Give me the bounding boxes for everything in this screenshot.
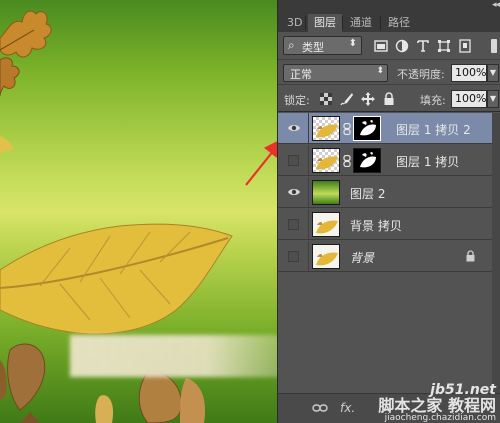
tab-separator [305,16,306,30]
tab-layers[interactable]: 图层 [308,14,342,32]
leaf-thumbnail-art [316,124,338,138]
visibility-separator [308,177,309,208]
layers-list: 图层 1 拷贝 2 图层 1 拷贝 图层 2 背景 拷贝 背景 [278,113,500,393]
visibility-separator [308,113,309,144]
eye-icon[interactable] [287,122,301,134]
mask-link-chain-icon[interactable] [343,155,351,167]
smart-object-filter-icon[interactable] [458,39,472,53]
layer-name: 图层 1 拷贝 [396,155,460,169]
mask-shape-art [360,152,376,168]
layer-lock-icon [466,250,475,262]
visibility-toggle-off[interactable] [288,219,299,230]
filter-kind-select[interactable]: ⌕ 类型 ⬍ [283,36,362,55]
layers-scrollbar[interactable] [492,113,500,393]
collapse-panel-icon[interactable]: ◂◂ [492,0,500,10]
updown-arrows-icon: ⬍ [376,66,384,76]
layer-mask-thumbnail[interactable] [353,116,381,141]
opacity-label: 不透明度: [397,68,445,81]
visibility-separator [308,241,309,272]
layer-thumbnail[interactable] [312,212,340,237]
layer-thumbnail[interactable] [312,180,340,205]
tab-paths[interactable]: 路径 [382,14,416,32]
lock-image-pixels-icon[interactable] [340,92,354,106]
lock-position-icon[interactable] [361,92,375,106]
layer-name: 图层 2 [350,187,386,201]
watermark-line-3: jiaocheng.chazidian.com [384,413,496,423]
filter-kind-label: 类型 [302,41,324,54]
lock-row: 锁定: 填充: 100% ▼ [278,86,500,112]
tab-separator [342,16,343,30]
watermark: jb51.net 脚本之家 教程网 jiaocheng.chazidian.co… [378,383,496,423]
fx-icon[interactable]: fx. [340,401,355,415]
fill-field[interactable]: 100% [451,90,487,108]
document-canvas[interactable] [0,0,277,423]
blend-mode-value: 正常 [290,68,312,81]
watermark-line-2: 脚本之家 教程网 [378,395,496,415]
updown-arrows-icon: ⬍ [348,38,357,49]
lock-label: 锁定: [284,94,310,107]
lock-all-icon[interactable] [382,92,396,106]
layer-row[interactable]: 背景 拷贝 [278,209,493,240]
mask-link-chain-icon[interactable] [343,123,351,135]
blend-row: 正常 ⬍ 不透明度: 100% ▼ [278,61,500,85]
image-filter-icon[interactable] [374,39,388,53]
filter-toggle-switch[interactable] [491,39,497,53]
visibility-separator [308,145,309,176]
opacity-field[interactable]: 100% [451,64,487,82]
tab-channels[interactable]: 通道 [344,14,378,32]
layer-thumbnail[interactable] [312,244,340,269]
fill-dropdown-arrow[interactable]: ▼ [487,90,499,108]
tab-separator [380,16,381,30]
visibility-toggle-off[interactable] [288,251,299,262]
layer-mask-thumbnail[interactable] [353,148,381,173]
layer-name: 图层 1 拷贝 2 [396,123,471,137]
layer-row[interactable]: 图层 1 拷贝 2 [278,113,493,144]
mask-shape-art [360,120,376,136]
annotation-arrows [0,0,277,423]
layer-row[interactable]: 图层 1 拷贝 [278,145,493,176]
adjustment-filter-icon[interactable] [395,39,409,53]
layer-thumbnail[interactable] [312,116,340,141]
lock-transparent-pixels-icon[interactable] [319,92,333,106]
visibility-toggle-off[interactable] [288,155,299,166]
layer-name: 背景 拷贝 [350,219,402,233]
panel-tab-bar: 3D 图层 通道 路径 ◂◂ [278,0,500,32]
eye-icon[interactable] [287,186,301,198]
layer-filter-row: ⌕ 类型 ⬍ [278,32,500,60]
opacity-dropdown-arrow[interactable]: ▼ [487,64,499,82]
blend-mode-select[interactable]: 正常 ⬍ [283,64,388,82]
visibility-separator [308,209,309,240]
fill-label: 填充: [420,94,446,107]
link-icon[interactable] [312,403,328,413]
layer-thumbnail[interactable] [312,148,340,173]
layer-row[interactable]: 图层 2 [278,177,493,208]
text-filter-icon[interactable] [416,39,430,53]
layer-name: 背景 [350,251,375,265]
shape-filter-icon[interactable] [437,39,451,53]
layers-panel: 3D 图层 通道 路径 ◂◂ ⌕ 类型 ⬍ 正常 ⬍ 不透明度: 100% ▼ … [277,0,500,423]
leaf-thumbnail-art [316,252,338,266]
layer-row[interactable]: 背景 [278,241,493,272]
leaf-thumbnail-art [316,156,338,170]
search-icon: ⌕ [288,38,295,52]
leaf-thumbnail-art [316,220,338,234]
